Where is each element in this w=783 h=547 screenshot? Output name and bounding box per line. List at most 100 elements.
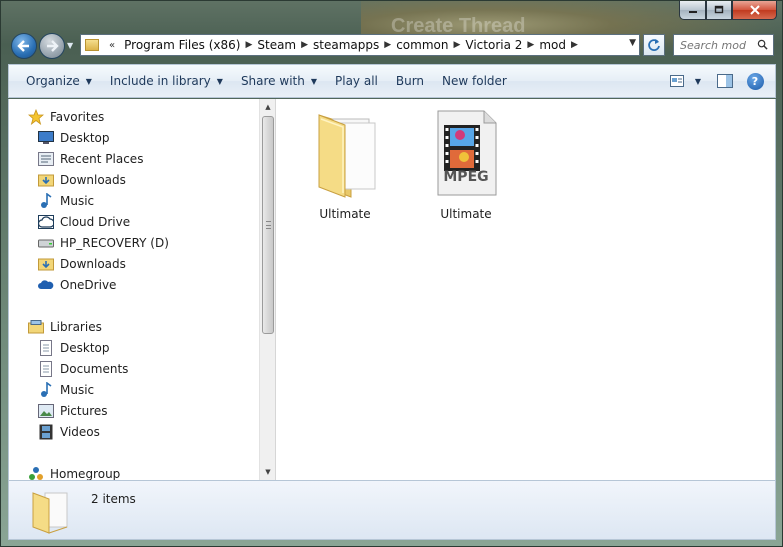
search-box[interactable] xyxy=(673,34,774,56)
breadcrumb-separator-icon[interactable]: ▶ xyxy=(527,40,534,50)
desktop-icon xyxy=(38,130,54,146)
include-in-library-button[interactable]: Include in library ▼ xyxy=(101,65,232,97)
nav-item-label: Music xyxy=(60,194,95,208)
film-strip-icon xyxy=(38,424,54,440)
breadcrumb-program-files[interactable]: Program Files (x86) xyxy=(124,38,240,52)
minimize-icon xyxy=(688,11,697,13)
nav-item-videos[interactable]: Videos xyxy=(38,422,100,442)
nav-libraries-label: Libraries xyxy=(50,320,102,334)
nav-item-label: Videos xyxy=(60,425,100,439)
document-icon xyxy=(38,340,54,356)
view-icon xyxy=(670,75,684,87)
chevron-down-icon: ▼ xyxy=(85,76,92,86)
nav-item-cloud-drive[interactable]: Cloud Drive xyxy=(38,212,130,232)
breadcrumb-steamapps[interactable]: steamapps xyxy=(313,38,379,52)
preview-pane-button[interactable] xyxy=(713,71,737,91)
file-item-mpeg[interactable]: MPEG Ultimate xyxy=(416,105,516,221)
close-button[interactable] xyxy=(732,1,777,20)
view-options-dropdown[interactable]: ▼ xyxy=(692,71,704,91)
nav-favorites[interactable]: Favorites xyxy=(28,107,104,127)
downloads-folder-icon xyxy=(38,172,54,188)
star-icon xyxy=(28,109,44,125)
libraries-icon xyxy=(28,319,44,335)
minimize-button[interactable] xyxy=(679,1,706,20)
breadcrumb-separator-icon[interactable]: ▶ xyxy=(571,40,578,50)
nav-item-onedrive[interactable]: OneDrive xyxy=(38,275,116,295)
nav-item-downloads[interactable]: Downloads xyxy=(38,170,126,190)
share-with-label: Share with xyxy=(240,74,305,88)
nav-item-label: Cloud Drive xyxy=(60,215,131,229)
nav-item-label: Documents xyxy=(60,362,129,376)
cloud-drive-icon xyxy=(38,214,54,230)
breadcrumb-steam[interactable]: Steam xyxy=(257,38,296,52)
help-icon: ? xyxy=(746,72,764,90)
grip-icon xyxy=(266,221,271,229)
navigation-pane: Favorites Desktop Recent Places Download… xyxy=(9,99,259,480)
overflow-chevron[interactable]: « xyxy=(109,40,115,51)
help-button[interactable]: ? xyxy=(743,71,767,91)
nav-item-label: HP_RECOVERY (D) xyxy=(60,236,169,250)
nav-item-library-desktop[interactable]: Desktop xyxy=(38,338,110,358)
new-folder-button[interactable]: New folder xyxy=(433,65,516,97)
nav-pane-scrollbar[interactable]: ▲ ▼ xyxy=(259,99,276,480)
folder-icon xyxy=(85,39,99,51)
nav-homegroup[interactable]: Homegroup xyxy=(28,464,120,480)
breadcrumb-separator-icon[interactable]: ▶ xyxy=(245,40,252,50)
back-arrow-icon xyxy=(17,40,29,52)
nav-libraries[interactable]: Libraries xyxy=(28,317,102,337)
nav-item-label: Recent Places xyxy=(60,152,144,166)
nav-item-label: Music xyxy=(60,383,95,397)
nav-item-label: Downloads xyxy=(60,173,126,187)
play-all-button[interactable]: Play all xyxy=(326,65,387,97)
pictures-icon xyxy=(38,403,54,419)
refresh-button[interactable] xyxy=(643,34,665,56)
folder-icon xyxy=(318,114,376,198)
downloads-folder-icon xyxy=(38,256,54,272)
file-name: Ultimate xyxy=(319,207,371,221)
search-input[interactable] xyxy=(680,38,750,52)
scrollbar-thumb[interactable] xyxy=(262,116,274,334)
scroll-up-icon[interactable]: ▲ xyxy=(260,99,276,115)
onedrive-icon xyxy=(38,277,54,293)
address-bar[interactable]: « Program Files (x86) ▶ Steam ▶ steamapp… xyxy=(80,34,640,56)
address-dropdown-icon[interactable]: ▼ xyxy=(629,38,636,48)
burn-label: Burn xyxy=(395,74,425,88)
mpeg-badge: MPEG xyxy=(443,169,489,185)
nav-item-pictures[interactable]: Pictures xyxy=(38,401,108,421)
nav-item-music[interactable]: Music xyxy=(38,191,94,211)
homegroup-icon xyxy=(28,466,44,480)
breadcrumb-victoria-2[interactable]: Victoria 2 xyxy=(465,38,522,52)
nav-item-label: OneDrive xyxy=(60,278,117,292)
back-button[interactable] xyxy=(11,33,37,59)
nav-item-label: Desktop xyxy=(60,131,110,145)
breadcrumb-common[interactable]: common xyxy=(396,38,448,52)
organize-label: Organize xyxy=(26,74,80,88)
explorer-window: Create Thread ▼ « Program Files (x86) ▶ … xyxy=(0,0,783,547)
scroll-down-icon[interactable]: ▼ xyxy=(260,464,276,480)
refresh-icon xyxy=(648,39,660,51)
burn-button[interactable]: Burn xyxy=(387,65,433,97)
breadcrumb-separator-icon[interactable]: ▶ xyxy=(453,40,460,50)
preview-pane-icon xyxy=(717,74,733,88)
nav-item-hp-recovery[interactable]: HP_RECOVERY (D) xyxy=(38,233,169,253)
maximize-icon xyxy=(714,5,724,14)
nav-item-recent-places[interactable]: Recent Places xyxy=(38,149,143,169)
nav-item-documents[interactable]: Documents xyxy=(38,359,128,379)
share-with-button[interactable]: Share with ▼ xyxy=(232,65,326,97)
recent-pages-dropdown[interactable]: ▼ xyxy=(67,41,73,50)
maximize-button[interactable] xyxy=(706,1,732,20)
forward-button[interactable] xyxy=(39,33,65,59)
music-note-icon xyxy=(38,382,54,398)
nav-homegroup-label: Homegroup xyxy=(50,467,121,480)
chevron-down-icon: ▼ xyxy=(694,76,702,86)
nav-item-library-music[interactable]: Music xyxy=(38,380,94,400)
breadcrumb-mod[interactable]: mod xyxy=(539,38,566,52)
nav-item-desktop[interactable]: Desktop xyxy=(38,128,110,148)
breadcrumb-separator-icon[interactable]: ▶ xyxy=(384,40,391,50)
play-all-label: Play all xyxy=(335,74,378,88)
nav-item-downloads-2[interactable]: Downloads xyxy=(38,254,126,274)
file-item-folder[interactable]: Ultimate xyxy=(295,105,395,221)
organize-button[interactable]: Organize ▼ xyxy=(9,65,101,97)
breadcrumb-separator-icon[interactable]: ▶ xyxy=(301,40,308,50)
change-view-button[interactable] xyxy=(665,71,689,91)
